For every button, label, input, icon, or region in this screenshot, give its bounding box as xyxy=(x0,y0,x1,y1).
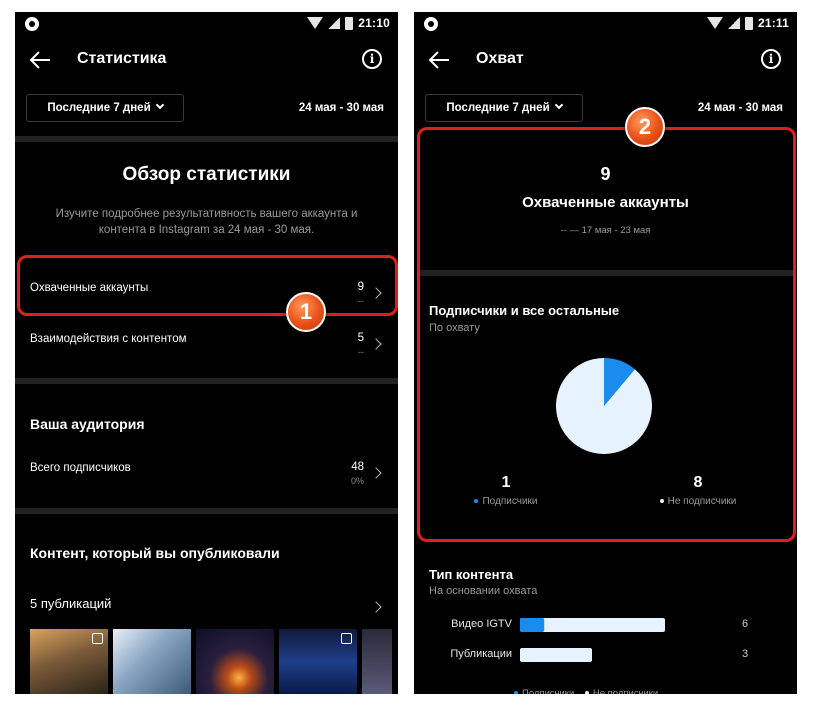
date-range: 24 мая - 30 мая xyxy=(298,102,384,114)
bar-value: 6 xyxy=(742,618,749,630)
left-phone-screen: 21:10 Статистика i Последние 7 дней 24 м… xyxy=(15,12,398,694)
wifi-icon xyxy=(706,17,723,29)
total-followers-change: 0% xyxy=(350,476,364,486)
highlight-frame xyxy=(417,127,796,542)
igtv-reach-bar xyxy=(520,618,665,632)
bar-legend-followers: Подписчики xyxy=(522,688,575,694)
status-time: 21:11 xyxy=(757,16,789,30)
filter-row: Последние 7 дней 24 мая - 30 мая xyxy=(414,94,797,124)
bar-legend-partial: Подписчики Не подписчики xyxy=(514,688,658,694)
bar-followers-segment xyxy=(520,618,545,632)
overview-description: Изучите подробнее результативность вашег… xyxy=(55,208,358,236)
shazam-notification-icon xyxy=(25,17,39,31)
signal-icon xyxy=(727,17,740,29)
bar-label: Публикации xyxy=(450,648,512,660)
content-type-heading: Тип контента xyxy=(429,567,514,582)
post-thumbnail[interactable] xyxy=(113,629,191,694)
posts-reach-bar xyxy=(520,648,592,662)
chevron-right-icon xyxy=(370,467,382,479)
page-title: Охват xyxy=(476,50,524,67)
period-dropdown[interactable]: Последние 7 дней xyxy=(26,94,184,122)
section-divider xyxy=(15,508,398,514)
content-type-bar-row: Видео IGTV 6 xyxy=(414,617,797,633)
period-dropdown-label: Последние 7 дней xyxy=(47,102,151,114)
page-title: Статистика xyxy=(77,50,167,67)
followers-dot-icon xyxy=(514,691,518,694)
filter-row: Последние 7 дней 24 мая - 30 мая xyxy=(15,94,398,124)
section-divider xyxy=(15,136,398,142)
info-icon[interactable]: i xyxy=(761,49,781,69)
section-divider xyxy=(15,378,398,384)
shazam-notification-icon xyxy=(424,17,438,31)
chevron-right-icon xyxy=(370,601,382,613)
highlight-frame xyxy=(17,255,398,316)
total-followers-value: 48 xyxy=(351,461,364,473)
content-interactions-row[interactable]: Взаимодействия с контентом 5 -- xyxy=(15,325,398,365)
content-interactions-change: -- xyxy=(358,347,364,357)
status-bar: 21:11 xyxy=(414,12,797,38)
bar-legend-non-followers: Не подписчики xyxy=(592,688,659,694)
publications-row[interactable]: 5 публикаций xyxy=(15,588,398,628)
total-followers-row[interactable]: Всего подписчиков 48 0% xyxy=(15,454,398,494)
battery-icon xyxy=(744,16,753,30)
step-callout-badge: 2 xyxy=(625,107,665,147)
chevron-down-icon xyxy=(554,100,563,110)
info-icon[interactable]: i xyxy=(362,49,382,69)
publications-count: 5 публикаций xyxy=(30,596,112,611)
post-thumbnails xyxy=(30,629,392,694)
total-followers-label: Всего подписчиков xyxy=(30,462,131,474)
carousel-icon xyxy=(92,633,103,644)
non-followers-dot-icon xyxy=(584,691,589,694)
chevron-down-icon xyxy=(155,100,164,110)
post-thumbnail[interactable] xyxy=(362,629,392,694)
back-arrow-icon[interactable] xyxy=(428,50,450,70)
post-thumbnail[interactable] xyxy=(279,629,357,694)
post-thumbnail[interactable] xyxy=(196,629,274,694)
bar-label: Видео IGTV xyxy=(451,618,512,630)
content-type-caption: На основании охвата xyxy=(429,585,538,597)
audience-heading: Ваша аудитория xyxy=(30,416,145,432)
bar-non-followers-segment xyxy=(520,648,592,662)
step-callout-badge: 1 xyxy=(286,292,326,332)
content-type-bar-row: Публикации 3 xyxy=(414,647,797,663)
period-dropdown-label: Последние 7 дней xyxy=(446,102,550,114)
content-interactions-label: Взаимодействия с контентом xyxy=(30,333,187,345)
status-bar: 21:10 xyxy=(15,12,398,38)
bar-value: 3 xyxy=(742,648,749,660)
content-interactions-value: 5 xyxy=(357,332,364,344)
chevron-right-icon xyxy=(370,338,382,350)
date-range: 24 мая - 30 мая xyxy=(697,102,783,114)
battery-icon xyxy=(345,16,354,30)
signal-icon xyxy=(328,17,341,29)
top-app-bar: Статистика i xyxy=(15,40,398,80)
carousel-icon xyxy=(341,633,352,644)
right-phone-screen: 21:11 Охват i Последние 7 дней 24 мая - … xyxy=(414,12,797,694)
top-app-bar: Охват i xyxy=(414,40,797,80)
overview-title: Обзор статистики xyxy=(122,164,291,185)
status-time: 21:10 xyxy=(358,16,390,30)
content-heading: Контент, который вы опубликовали xyxy=(30,545,280,561)
post-thumbnail[interactable] xyxy=(30,629,108,694)
wifi-icon xyxy=(307,17,324,29)
period-dropdown[interactable]: Последние 7 дней xyxy=(425,94,583,122)
back-arrow-icon[interactable] xyxy=(29,50,51,70)
